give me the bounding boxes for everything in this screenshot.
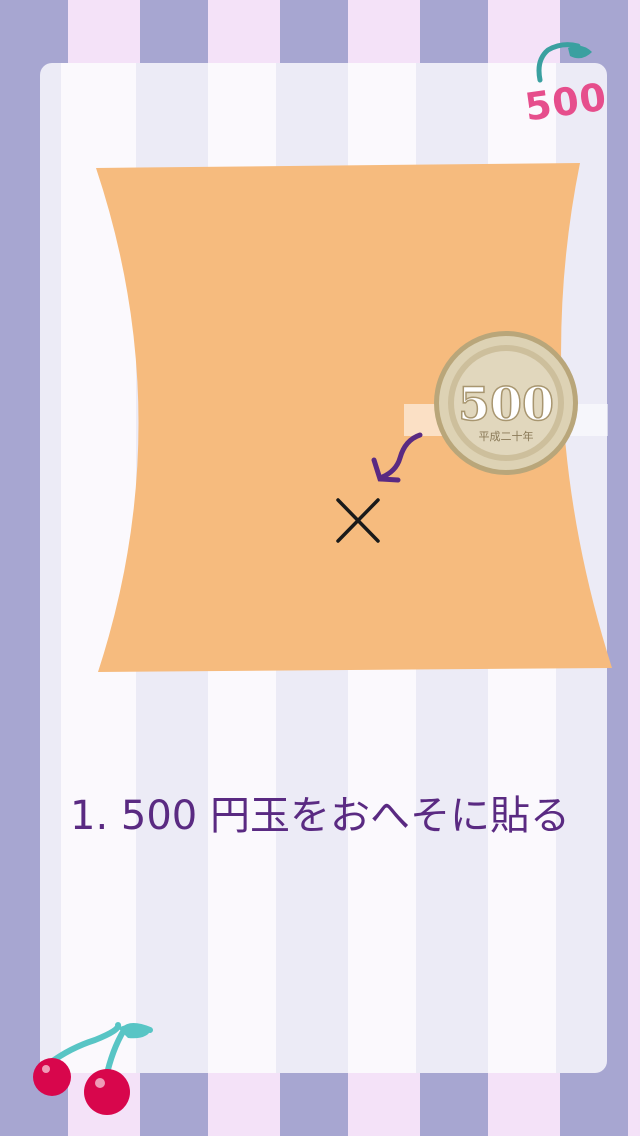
content-card xyxy=(40,63,607,1073)
app-logo: 500 xyxy=(518,40,614,136)
instruction-text: 1. 500 円玉をおへそに貼る xyxy=(70,793,570,839)
